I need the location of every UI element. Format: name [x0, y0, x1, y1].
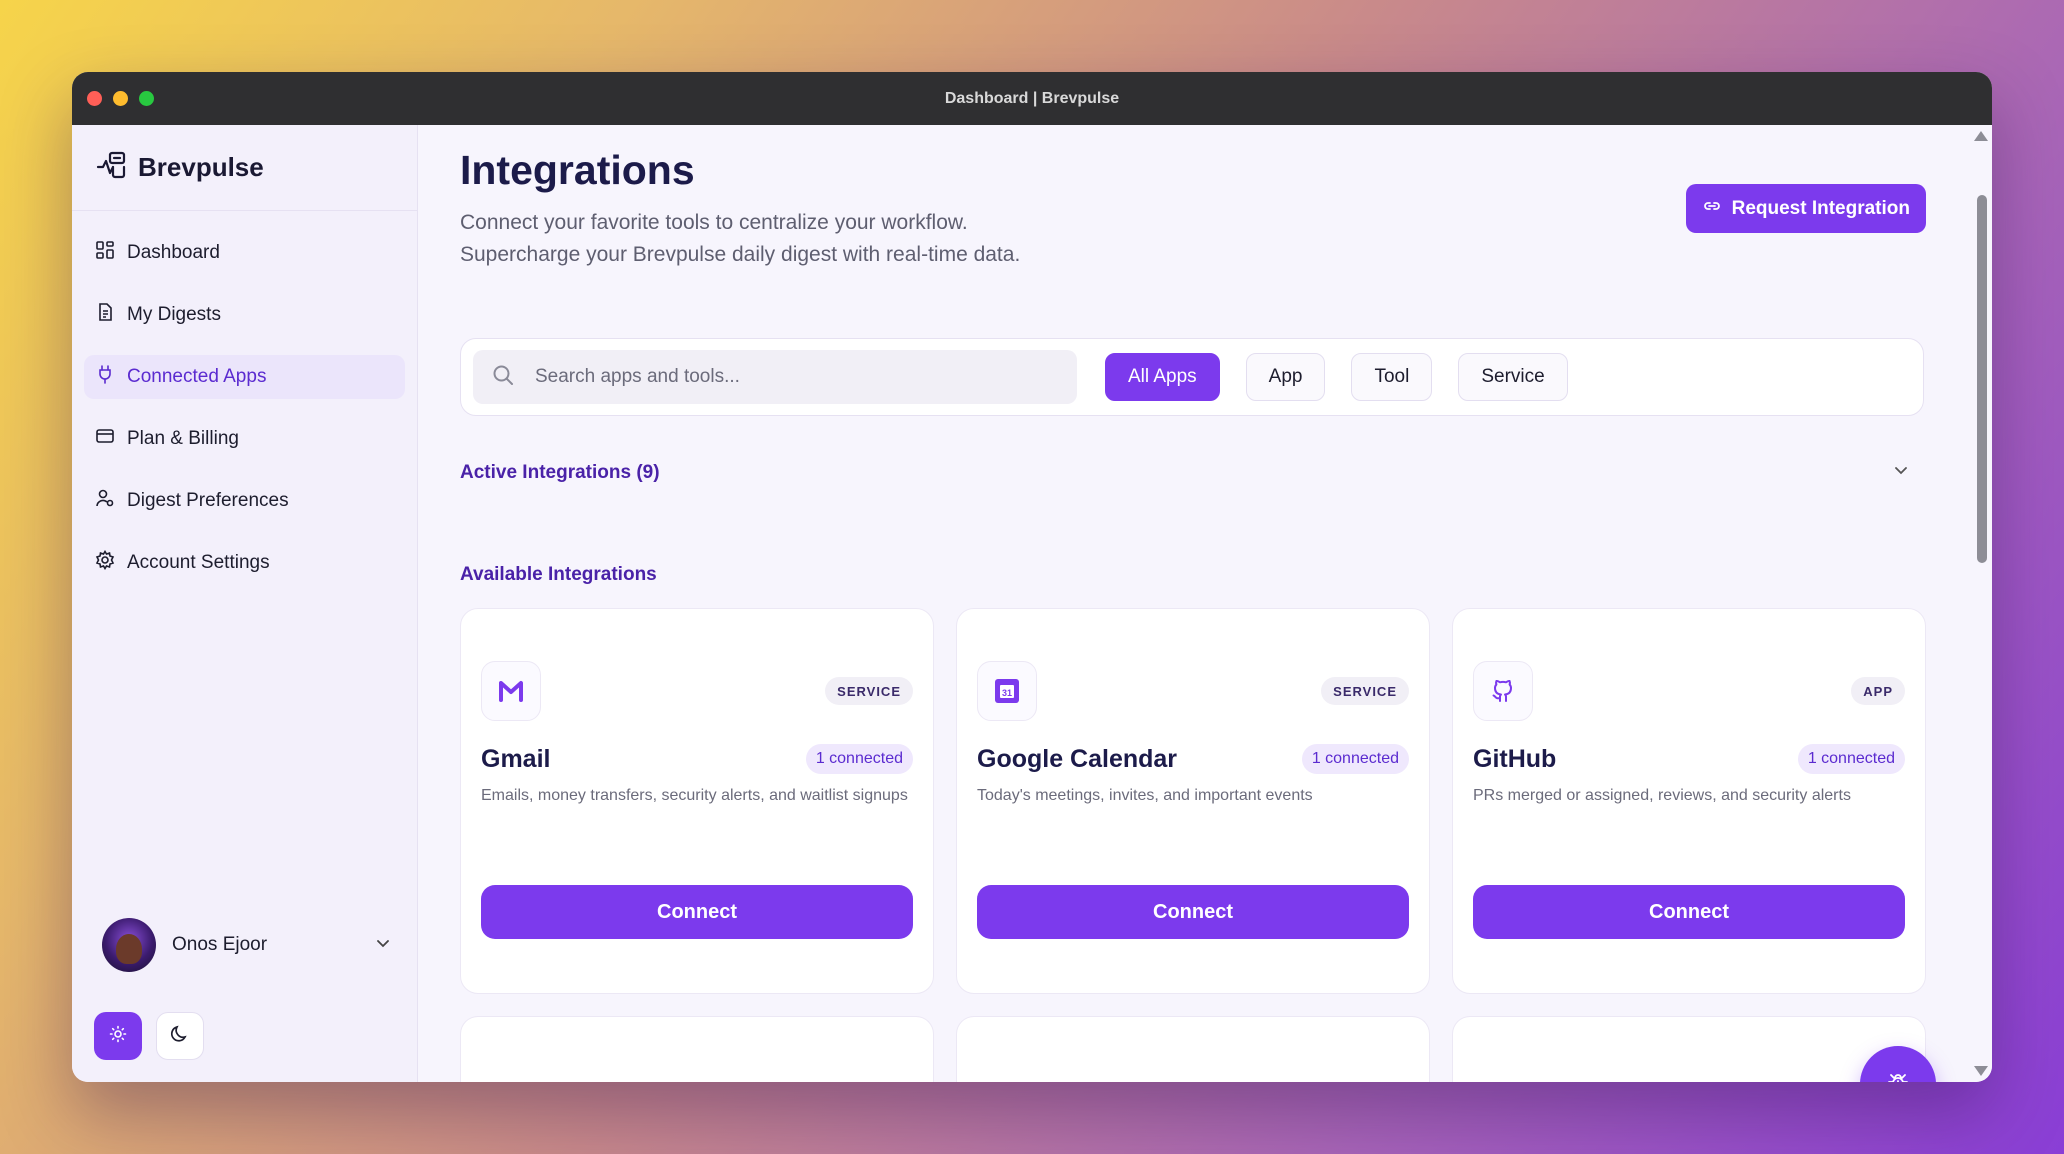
- avatar: [102, 918, 156, 972]
- credit-card-icon: [95, 426, 115, 452]
- light-mode-button[interactable]: [94, 1012, 142, 1060]
- integration-card: [1452, 1016, 1926, 1082]
- filter-tool[interactable]: Tool: [1351, 353, 1433, 401]
- card-description: PRs merged or assigned, reviews, and sec…: [1473, 787, 1851, 804]
- page-subtitle: Connect your favorite tools to centraliz…: [460, 207, 1020, 271]
- card-title: Gmail: [481, 745, 551, 773]
- scroll-thumb[interactable]: [1977, 195, 1987, 563]
- integration-card-github: APP GitHub 1 connected PRs merged or ass…: [1452, 608, 1926, 994]
- integration-cards: SERVICE Gmail 1 connected Emails, money …: [460, 608, 1926, 994]
- chevron-down-icon: [1892, 461, 1910, 484]
- bug-icon: [1885, 1069, 1911, 1082]
- theme-toggle: [94, 1012, 204, 1060]
- integration-card: [956, 1016, 1430, 1082]
- chevron-down-icon: [374, 934, 392, 957]
- sidebar: Brevpulse Dashboard My Digests Connected…: [72, 125, 418, 1082]
- integration-card-google-calendar: 31 SERVICE Google Calendar 1 connected T…: [956, 608, 1430, 994]
- maximize-window-button[interactable]: [139, 91, 154, 106]
- available-integrations-title: Available Integrations: [460, 564, 657, 585]
- sidebar-item-label: Plan & Billing: [127, 428, 239, 449]
- request-integration-button[interactable]: Request Integration: [1685, 184, 1926, 233]
- type-badge: APP: [1851, 677, 1905, 705]
- filter-service[interactable]: Service: [1458, 353, 1568, 401]
- integration-card-gmail: SERVICE Gmail 1 connected Emails, money …: [460, 608, 934, 994]
- grid-icon: [95, 240, 115, 266]
- window-controls: [87, 91, 154, 106]
- sidebar-item-label: Account Settings: [127, 552, 270, 573]
- card-description: Today's meetings, invites, and important…: [977, 787, 1313, 804]
- connect-button[interactable]: Connect: [481, 885, 913, 939]
- window-title: Dashboard | Brevpulse: [944, 89, 1120, 107]
- app-window: Dashboard | Brevpulse Brevpulse Dashboar…: [72, 72, 1992, 1082]
- user-settings-icon: [95, 488, 115, 514]
- gmail-icon: [481, 661, 541, 721]
- gear-icon: [95, 549, 115, 576]
- available-integrations-header: Available Integrations: [460, 564, 1924, 586]
- svg-text:31: 31: [1002, 688, 1012, 698]
- scroll-down-arrow[interactable]: [1974, 1066, 1988, 1076]
- type-badge: SERVICE: [825, 677, 913, 705]
- type-badge: SERVICE: [1321, 677, 1409, 705]
- sidebar-item-label: Dashboard: [127, 242, 220, 263]
- dark-mode-button[interactable]: [156, 1012, 204, 1060]
- active-integrations-header[interactable]: Active Integrations (9): [460, 461, 1924, 484]
- sidebar-item-my-digests[interactable]: My Digests: [84, 293, 405, 337]
- page-title: Integrations: [460, 147, 695, 193]
- sidebar-item-account-settings[interactable]: Account Settings: [84, 541, 405, 585]
- connect-button[interactable]: Connect: [1473, 885, 1905, 939]
- active-integrations-title: Active Integrations (9): [460, 461, 660, 483]
- brand-name: Brevpulse: [138, 152, 264, 182]
- filter-app[interactable]: App: [1245, 353, 1326, 401]
- document-icon: [95, 302, 115, 328]
- minimize-window-button[interactable]: [113, 91, 128, 106]
- link-icon: [1702, 196, 1722, 222]
- sun-icon: [109, 1025, 127, 1048]
- subtitle-line-1: Connect your favorite tools to centraliz…: [460, 211, 968, 234]
- github-icon: [1473, 661, 1533, 721]
- sidebar-item-label: Digest Preferences: [127, 490, 289, 511]
- scrollbar[interactable]: [1972, 125, 1992, 1082]
- main-content: Integrations Connect your favorite tools…: [418, 125, 1992, 1082]
- close-window-button[interactable]: [87, 91, 102, 106]
- scroll-up-arrow[interactable]: [1974, 131, 1988, 141]
- sidebar-nav: Dashboard My Digests Connected Apps Plan…: [72, 211, 417, 585]
- search-icon: [491, 363, 515, 392]
- sidebar-item-label: Connected Apps: [127, 366, 267, 387]
- connection-status-badge: 1 connected: [1797, 744, 1905, 774]
- plug-icon: [95, 364, 115, 390]
- integration-cards-next-row: [460, 1016, 1926, 1082]
- title-bar: Dashboard | Brevpulse: [72, 72, 1992, 125]
- request-integration-label: Request Integration: [1731, 197, 1910, 219]
- brevpulse-logo-icon: [96, 149, 128, 186]
- sidebar-item-plan-billing[interactable]: Plan & Billing: [84, 417, 405, 461]
- sidebar-item-connected-apps[interactable]: Connected Apps: [84, 355, 405, 399]
- card-title: GitHub: [1473, 745, 1557, 773]
- sidebar-item-dashboard[interactable]: Dashboard: [84, 231, 405, 275]
- connection-status-badge: 1 connected: [1301, 744, 1409, 774]
- brand[interactable]: Brevpulse: [72, 125, 417, 211]
- connection-status-badge: 1 connected: [805, 744, 913, 774]
- user-menu[interactable]: Onos Ejoor: [102, 918, 392, 972]
- sidebar-item-digest-preferences[interactable]: Digest Preferences: [84, 479, 405, 523]
- connect-button[interactable]: Connect: [977, 885, 1409, 939]
- sidebar-item-label: My Digests: [127, 304, 221, 325]
- card-description: Emails, money transfers, security alerts…: [481, 787, 908, 804]
- search-input[interactable]: [535, 366, 1035, 388]
- moon-icon: [170, 1024, 190, 1049]
- filter-all-apps[interactable]: All Apps: [1105, 353, 1220, 401]
- search-box: [473, 350, 1077, 404]
- subtitle-line-2: Supercharge your Brevpulse daily digest …: [460, 243, 1021, 266]
- filter-bar: All Apps App Tool Service: [460, 338, 1924, 416]
- calendar-icon: 31: [977, 661, 1037, 721]
- integration-card: [460, 1016, 934, 1082]
- card-title: Google Calendar: [977, 745, 1178, 773]
- user-name: Onos Ejoor: [172, 934, 268, 955]
